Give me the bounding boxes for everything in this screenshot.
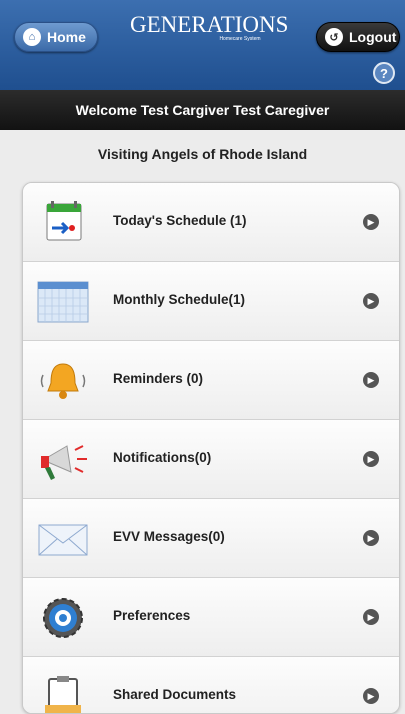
menu-item-shared-documents[interactable]: Shared Documents ▶	[23, 657, 399, 713]
logout-button[interactable]: ↺ Logout	[316, 22, 400, 52]
menu-item-label: Notifications(0)	[113, 450, 212, 465]
main-menu: Today's Schedule (1) ▶ Monthly Schedule(…	[22, 182, 400, 714]
home-icon: ⌂	[23, 28, 41, 46]
chevron-right-icon: ▶	[363, 609, 379, 625]
help-button[interactable]: ?	[373, 62, 395, 84]
chevron-right-icon: ▶	[363, 293, 379, 309]
menu-item-reminders[interactable]: Reminders (0) ▶	[23, 341, 399, 420]
menu-item-label: EVV Messages(0)	[113, 529, 225, 544]
chevron-right-icon: ▶	[363, 688, 379, 704]
help-icon: ?	[380, 65, 388, 81]
menu-item-label: Shared Documents	[113, 687, 237, 702]
chevron-right-icon: ▶	[363, 451, 379, 467]
menu-item-monthly-schedule[interactable]: Monthly Schedule(1) ▶	[23, 262, 399, 341]
logout-label: Logout	[349, 29, 397, 45]
menu-item-evv-messages[interactable]: EVV Messages(0) ▶	[23, 499, 399, 578]
menu-item-label: Today's Schedule (1)	[113, 213, 247, 228]
monthly-schedule-icon	[37, 281, 89, 323]
chevron-right-icon: ▶	[363, 372, 379, 388]
brand-logo: GENERATIONS Homecare System	[130, 12, 289, 42]
todays-schedule-icon	[46, 201, 82, 241]
menu-item-preferences[interactable]: Preferences ▶	[23, 578, 399, 657]
menu-item-todays-schedule[interactable]: Today's Schedule (1) ▶	[23, 183, 399, 262]
brand-name: GENERATIONS	[130, 12, 289, 37]
chevron-right-icon: ▶	[363, 214, 379, 230]
menu-item-label: Preferences	[113, 608, 191, 623]
menu-item-label: Monthly Schedule(1)	[113, 292, 246, 307]
home-button[interactable]: ⌂ Home	[14, 22, 98, 52]
envelope-icon	[38, 524, 88, 556]
menu-item-label: Reminders (0)	[113, 371, 204, 386]
gear-icon	[43, 598, 83, 638]
agency-name: Visiting Angels of Rhode Island	[97, 146, 308, 162]
clipboard-icon	[45, 676, 81, 713]
app-header: ⌂ Home GENERATIONS Homecare System ↺ Log…	[0, 0, 405, 90]
megaphone-icon	[41, 445, 87, 480]
menu-item-notifications[interactable]: Notifications(0) ▶	[23, 420, 399, 499]
chevron-right-icon: ▶	[363, 530, 379, 546]
welcome-bar: Welcome Test Cargiver Test Caregiver	[0, 90, 405, 130]
welcome-text: Welcome Test Cargiver Test Caregiver	[75, 102, 330, 118]
home-label: Home	[47, 29, 86, 45]
bell-icon	[40, 363, 86, 399]
logout-icon: ↺	[325, 28, 343, 46]
